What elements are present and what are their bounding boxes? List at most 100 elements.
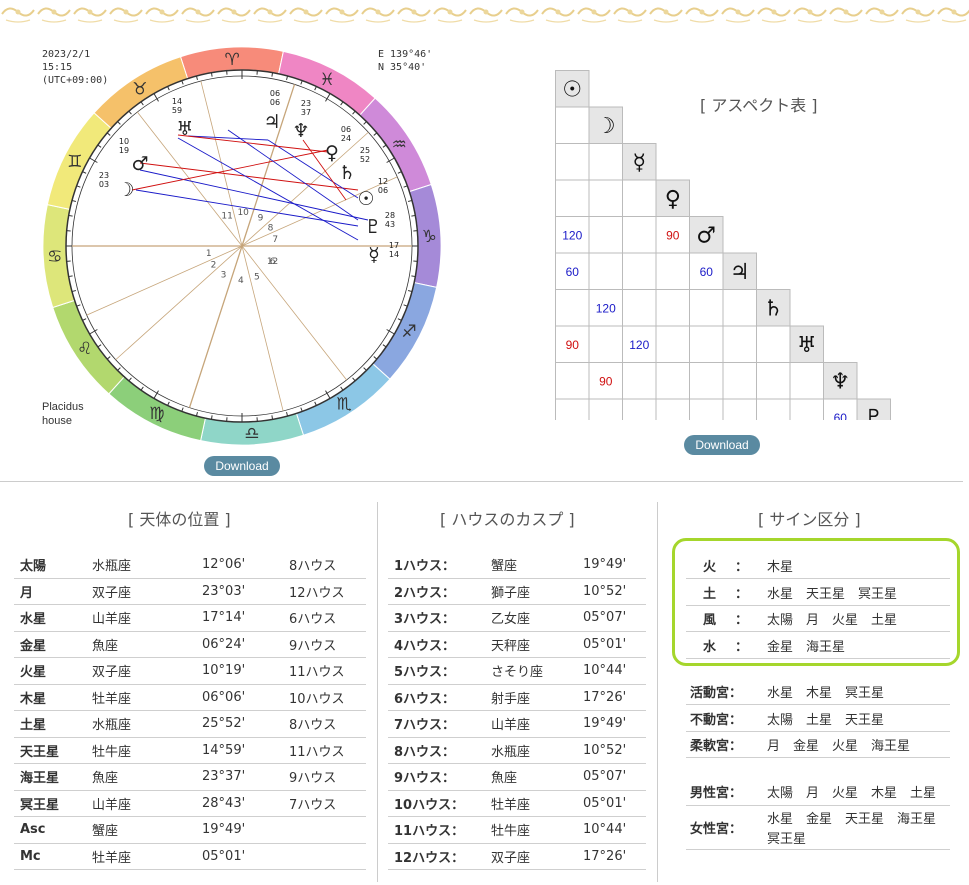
- column-divider-2: [657, 502, 658, 882]
- body-name: 木星: [14, 684, 86, 711]
- body-degree: 10°19': [196, 657, 283, 685]
- aspect-cell: [722, 325, 757, 363]
- table-row: 火星 双子座 10°19' 11ハウス: [14, 657, 366, 685]
- house-sign: 牡羊座: [485, 790, 577, 817]
- house-sign: 牡牛座: [485, 816, 577, 844]
- planet-minute-label: 06: [378, 186, 388, 195]
- planet-glyph-icon: ♃: [263, 111, 280, 133]
- sign-glyph-icon: ♒: [392, 135, 407, 155]
- house-name: 4ハウス：: [388, 631, 485, 658]
- body-name: 土星: [14, 710, 86, 738]
- house-degree: 10°52': [577, 737, 646, 764]
- planet-degree-label: 28: [385, 211, 395, 220]
- planet-minute-label: 06: [270, 98, 280, 107]
- house-system-label: Placidus house: [42, 400, 84, 428]
- gender-planets-line2: 冥王星: [767, 832, 807, 847]
- body-house: 12ハウス: [283, 578, 366, 605]
- mode-row-label: 不動宮：: [690, 712, 743, 728]
- body-house: 8ハウス: [283, 552, 366, 579]
- house-name: 5ハウス：: [388, 657, 485, 685]
- element-planets: 金星 海王星: [767, 639, 846, 655]
- aspect-cell: [756, 362, 791, 400]
- gender-planets: 水星 金星 天王星 海王星: [767, 812, 937, 827]
- body-house: 8ハウス: [283, 710, 366, 738]
- element-colon: ：: [735, 560, 749, 575]
- gender-row-male: 男性宮： 太陽 月 火星 木星 土星: [690, 782, 936, 801]
- planet-degree-label: 25: [360, 146, 370, 155]
- house-sign: 射手座: [485, 684, 577, 711]
- house-sign: 山羊座: [485, 710, 577, 738]
- house-degree: 05°01': [577, 631, 646, 658]
- element-row: 火: [703, 556, 735, 575]
- gender-row-female-label: 女性宮：: [690, 822, 743, 837]
- table-row: 木星 牡羊座 06°06' 10ハウス: [14, 684, 366, 711]
- aspect-cell: [622, 289, 657, 327]
- mode-planets: 水星 木星 冥王星: [767, 686, 885, 701]
- house-sign: さそり座: [485, 657, 577, 685]
- sign-glyph-icon: ♎: [244, 424, 259, 444]
- row-separator: [686, 704, 950, 705]
- degree-tick: [271, 415, 274, 420]
- house-sign: 天秤座: [485, 631, 577, 658]
- house-system-name: Placidus: [42, 401, 84, 413]
- aspect-value: 90: [599, 374, 613, 388]
- body-house: 9ハウス: [283, 631, 366, 658]
- house-degree: 05°07': [577, 763, 646, 791]
- planet-glyph-icon: ☿: [632, 150, 646, 175]
- planet-glyph-icon: ☽: [596, 114, 616, 139]
- planet-glyph-icon: ♀: [665, 187, 681, 212]
- house-number: 1: [206, 249, 212, 259]
- degree-tick: [411, 275, 416, 278]
- planet-minute-label: 19: [119, 146, 129, 155]
- table-row: 金星 魚座 06°24' 9ハウス: [14, 631, 366, 658]
- body-house: 11ハウス: [283, 737, 366, 764]
- chart-download-button[interactable]: Download: [204, 456, 280, 476]
- element-row-label: 風: [703, 613, 717, 628]
- sign-glyph-icon: ♓: [319, 70, 334, 90]
- aspect-cell: [655, 398, 690, 420]
- aspect-cell: [655, 289, 690, 327]
- body-name: 水星: [14, 604, 86, 632]
- aspect-cell: [655, 362, 690, 400]
- aspect-cell: [689, 362, 724, 400]
- degree-tick: [68, 275, 73, 278]
- planet-glyph-icon: ♂: [131, 153, 148, 175]
- house-degree: 19°49': [577, 710, 646, 738]
- body-degree: 05°01': [196, 843, 283, 870]
- table-row: 6ハウス： 射手座 17°26': [388, 684, 646, 711]
- table-row: 2ハウス： 獅子座 10°52': [388, 578, 646, 605]
- row-separator: [686, 604, 950, 606]
- degree-tick: [210, 72, 213, 77]
- house-sign: 双子座: [485, 843, 577, 870]
- body-name: 海王星: [14, 763, 86, 791]
- aspect-cell: [622, 398, 657, 420]
- row-separator: [686, 757, 950, 758]
- aspect-value: 90: [666, 228, 680, 242]
- planet-glyph-icon: ♄: [763, 296, 783, 321]
- row-separator: [686, 657, 950, 659]
- house-number: 8: [268, 223, 274, 233]
- aspect-cell: [789, 398, 824, 420]
- aspect-download-button[interactable]: Download: [684, 435, 760, 455]
- table-row: 水星 山羊座 17°14' 6ハウス: [14, 604, 366, 632]
- house-degree: 10°44': [577, 657, 646, 685]
- degree-tick: [68, 214, 73, 217]
- table-row: 土星 水瓶座 25°52' 8ハウス: [14, 710, 366, 738]
- house-sign: 乙女座: [485, 604, 577, 632]
- column-divider-1: [377, 502, 378, 882]
- table-row: 太陽 水瓶座 12°06' 8ハウス: [14, 552, 366, 579]
- aspect-value: 120: [596, 301, 616, 315]
- aspect-cell: [655, 252, 690, 290]
- planet-glyph-icon: ☉: [357, 188, 374, 210]
- planet-glyph-icon: ♂: [696, 223, 716, 248]
- planet-minute-label: 59: [172, 106, 182, 115]
- aspect-cell: [555, 289, 590, 327]
- body-sign: 双子座: [86, 578, 196, 605]
- body-sign: 牡羊座: [86, 684, 196, 711]
- body-degree: 14°59': [196, 737, 283, 764]
- mode-row-label: 活動宮：: [690, 686, 743, 701]
- house-degree: 05°01': [577, 790, 646, 817]
- table-row: 1ハウス： 蟹座 19°49': [388, 552, 646, 579]
- element-planets: 水星 天王星 冥王星: [767, 586, 898, 602]
- mode-row-label: 柔軟宮：: [690, 739, 743, 754]
